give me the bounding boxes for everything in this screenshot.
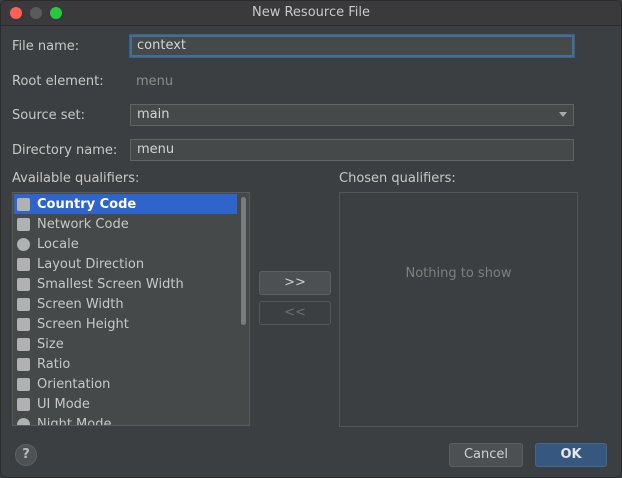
qualifier-item-smallest-screen-width[interactable]: Smallest Screen Width	[14, 274, 237, 294]
root-element-value: menu	[136, 74, 174, 89]
size-icon	[17, 337, 30, 351]
screen-height-icon	[17, 317, 30, 331]
qualifier-label: Night Mode	[37, 416, 112, 426]
smallest-screen-width-icon	[17, 277, 30, 291]
ui-mode-icon	[17, 397, 30, 411]
qualifier-label: Country Code	[37, 196, 137, 212]
title-bar[interactable]: New Resource File	[1, 1, 621, 26]
chosen-qualifiers-list[interactable]: Nothing to show	[339, 192, 578, 427]
cancel-button[interactable]: Cancel	[449, 443, 523, 467]
window-title: New Resource File	[252, 5, 370, 20]
directory-name-label: Directory name:	[12, 143, 118, 158]
qualifier-item-night-mode[interactable]: Night Mode	[14, 414, 237, 426]
file-name-input[interactable]: context	[130, 35, 574, 57]
file-name-label: File name:	[12, 39, 80, 54]
screen-width-icon	[17, 297, 30, 311]
source-set-value: main	[137, 107, 170, 122]
available-qualifiers-list[interactable]: Country Code Network Code Locale Layout …	[12, 192, 250, 426]
qualifier-item-layout-direction[interactable]: Layout Direction	[14, 254, 237, 274]
qualifiers-scrollbar[interactable]	[238, 194, 248, 424]
qualifier-item-orientation[interactable]: Orientation	[14, 374, 237, 394]
qualifier-item-screen-height[interactable]: Screen Height	[14, 314, 237, 334]
ok-button[interactable]: OK	[535, 443, 607, 467]
new-resource-file-dialog: New Resource File File name: context Roo…	[0, 0, 622, 478]
qualifier-item-size[interactable]: Size	[14, 334, 237, 354]
qualifier-label: Layout Direction	[37, 256, 145, 272]
ratio-icon	[17, 357, 30, 371]
qualifier-label: Screen Height	[37, 316, 129, 332]
network-code-icon	[17, 217, 30, 231]
chevron-down-icon	[559, 112, 567, 117]
globe-icon	[17, 237, 30, 251]
qualifier-label: Ratio	[37, 356, 71, 372]
qualifier-item-network-code[interactable]: Network Code	[14, 214, 237, 234]
empty-state-text: Nothing to show	[405, 266, 512, 281]
scrollbar-thumb[interactable]	[241, 197, 246, 325]
night-mode-icon	[17, 417, 30, 425]
help-button[interactable]: ?	[15, 444, 37, 466]
qualifier-item-ratio[interactable]: Ratio	[14, 354, 237, 374]
source-set-label: Source set:	[12, 108, 86, 123]
qualifier-item-screen-width[interactable]: Screen Width	[14, 294, 237, 314]
available-qualifiers-label: Available qualifiers:	[12, 171, 140, 186]
chosen-qualifiers-label: Chosen qualifiers:	[339, 171, 456, 186]
root-element-label: Root element:	[12, 74, 104, 89]
layout-direction-icon	[17, 257, 30, 271]
qualifier-label: Screen Width	[37, 296, 124, 312]
source-set-select[interactable]: main	[130, 104, 574, 126]
qualifier-label: Size	[37, 336, 64, 352]
qualifier-item-locale[interactable]: Locale	[14, 234, 237, 254]
qualifier-item-country-code[interactable]: Country Code	[14, 194, 237, 214]
add-qualifier-button[interactable]: >>	[259, 271, 331, 295]
qualifier-item-ui-mode[interactable]: UI Mode	[14, 394, 237, 414]
country-code-icon	[17, 197, 30, 211]
qualifier-label: Locale	[37, 236, 79, 252]
qualifier-label: Orientation	[37, 376, 111, 392]
qualifier-label: UI Mode	[37, 396, 90, 412]
directory-name-input[interactable]: menu	[130, 139, 574, 161]
qualifier-label: Network Code	[37, 216, 129, 232]
orientation-icon	[17, 377, 30, 391]
remove-qualifier-button[interactable]: <<	[259, 301, 331, 325]
qualifier-label: Smallest Screen Width	[37, 276, 184, 292]
